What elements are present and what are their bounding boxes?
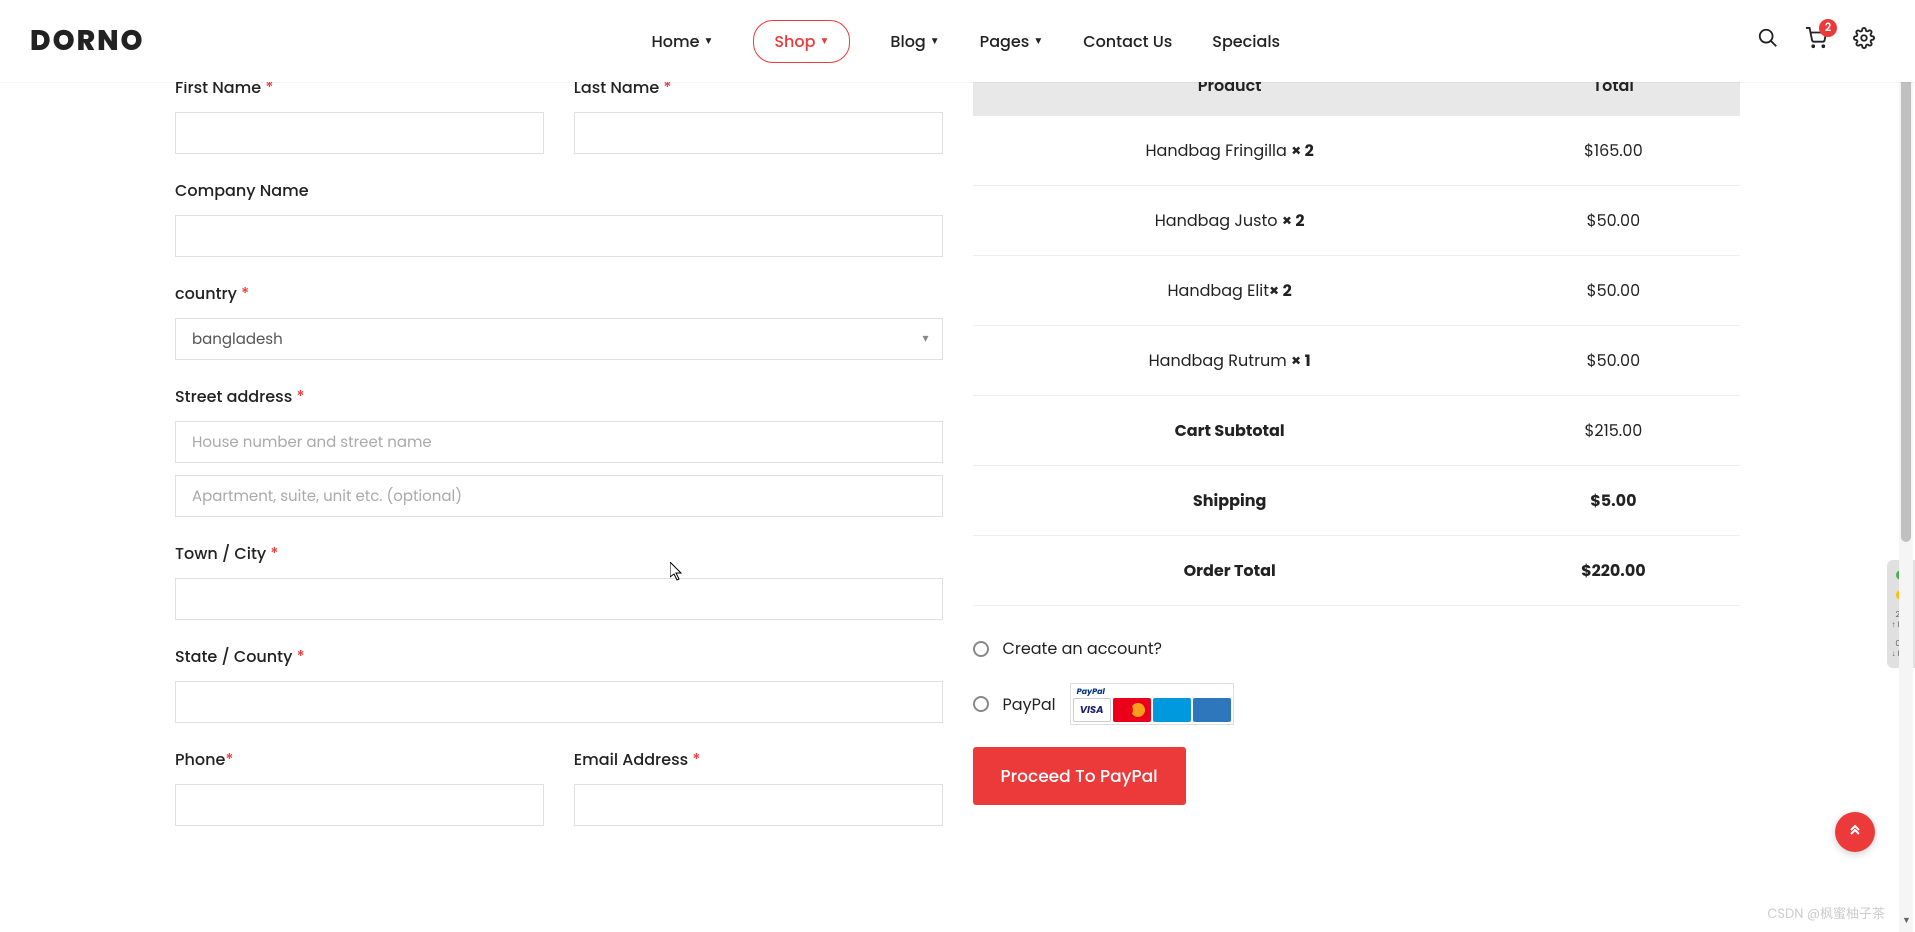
proceed-button[interactable]: Proceed To PayPal (973, 747, 1186, 805)
phone-input[interactable] (175, 784, 544, 826)
cart-icon[interactable]: 2 (1805, 27, 1827, 56)
nav-specials[interactable]: Specials (1212, 21, 1280, 62)
chevron-down-icon: ▼ (1033, 33, 1043, 49)
create-account-radio[interactable] (973, 641, 989, 657)
nav-contact[interactable]: Contact Us (1083, 21, 1172, 62)
street1-input[interactable] (175, 421, 943, 463)
first-name-input[interactable] (175, 112, 544, 154)
create-account-label: Create an account? (1003, 636, 1163, 661)
last-name-input[interactable] (574, 112, 943, 154)
scroll-top-button[interactable] (1835, 812, 1875, 852)
town-input[interactable] (175, 578, 943, 620)
brand-logo[interactable]: DORNO (0, 20, 175, 62)
state-input[interactable] (175, 681, 943, 723)
paypal-radio[interactable] (973, 696, 989, 712)
cart-badge: 2 (1819, 19, 1837, 37)
nav-shop[interactable]: Shop▼ (753, 20, 850, 63)
state-label: State / County * (175, 644, 943, 669)
order-table: Product Total Handbag Fringilla × 2$165.… (973, 55, 1741, 606)
settings-icon[interactable] (1853, 27, 1875, 56)
scroll-down-arrow-icon[interactable]: ▼ (1902, 915, 1911, 928)
table-row: Handbag Rutrum × 1$50.00 (973, 326, 1741, 396)
town-label: Town / City * (175, 541, 943, 566)
nav-blog[interactable]: Blog▼ (890, 21, 939, 62)
ordertotal-row: Order Total$220.00 (973, 536, 1741, 606)
scrollbar[interactable]: ▲ ▼ (1899, 0, 1913, 932)
email-input[interactable] (574, 784, 943, 826)
search-icon[interactable] (1757, 27, 1779, 56)
billing-column: BILLING DETAILS First Name * Last Name *… (175, 0, 973, 870)
order-column: YOUR ORDER Product Total Handbag Fringil… (973, 0, 1741, 870)
main-nav: Home▼ Shop▼ Blog▼ Pages▼ Contact Us Spec… (175, 20, 1757, 63)
chevron-down-icon: ▼ (819, 33, 829, 49)
table-row: Handbag Justo × 2$50.00 (973, 186, 1741, 256)
header-actions: 2 (1757, 27, 1915, 56)
scrollbar-thumb[interactable] (1901, 22, 1911, 542)
subtotal-row: Cart Subtotal$215.00 (973, 396, 1741, 466)
watermark: CSDN @枫蜜柚子茶 (1767, 903, 1885, 924)
phone-label: Phone* (175, 747, 544, 772)
company-input[interactable] (175, 215, 943, 257)
street-label: Street address * (175, 384, 943, 409)
shipping-row: Shipping$5.00 (973, 466, 1741, 536)
payment-cards-icon: PayPal VISA (1070, 683, 1234, 725)
street2-input[interactable] (175, 475, 943, 517)
company-label: Company Name (175, 178, 943, 203)
country-select[interactable]: bangladesh (175, 318, 943, 360)
paypal-label: PayPal (1003, 692, 1056, 717)
table-row: Handbag Elit× 2$50.00 (973, 256, 1741, 326)
email-label: Email Address * (574, 747, 943, 772)
chevron-down-icon: ▼ (703, 33, 713, 49)
header: DORNO Home▼ Shop▼ Blog▼ Pages▼ Contact U… (0, 0, 1915, 82)
table-row: Handbag Fringilla × 2$165.00 (973, 116, 1741, 186)
country-label: country * (175, 281, 943, 306)
nav-pages[interactable]: Pages▼ (980, 21, 1044, 62)
nav-home[interactable]: Home▼ (651, 21, 713, 62)
chevron-down-icon: ▼ (930, 33, 940, 49)
